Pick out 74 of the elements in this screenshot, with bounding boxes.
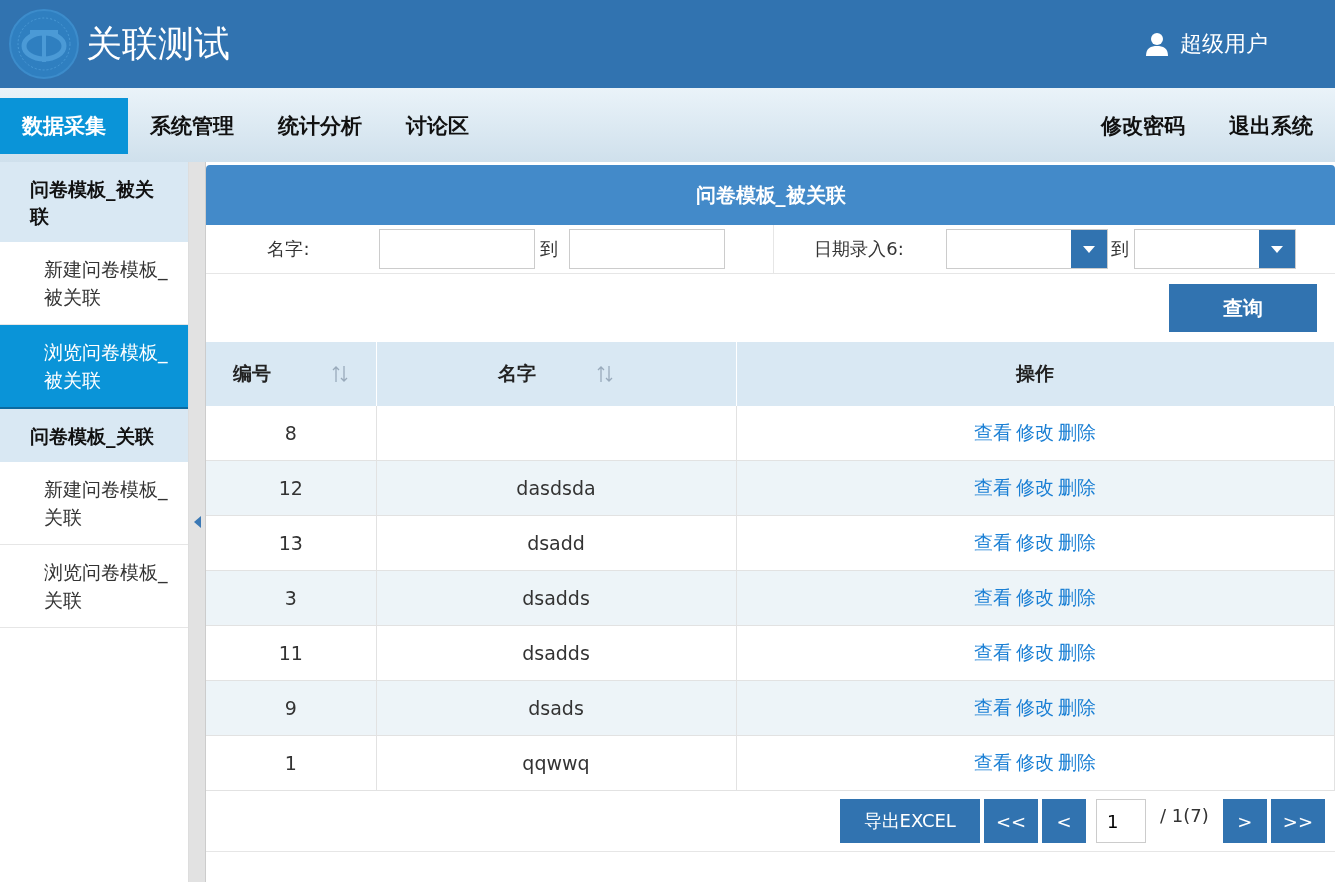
nav-tab[interactable]: 数据采集: [0, 98, 128, 154]
table-cell: qqwwq: [522, 752, 590, 774]
range-separator: 到: [540, 237, 558, 261]
nav-link[interactable]: 退出系统: [1207, 98, 1335, 154]
sidebar-group-title[interactable]: 问卷模板_被关联: [0, 162, 188, 242]
logo-icon: [8, 8, 80, 80]
table-cell: 1: [284, 752, 297, 774]
action-link[interactable]: 删除: [1058, 751, 1097, 773]
action-link[interactable]: 查看: [974, 586, 1013, 608]
action-link[interactable]: 查看: [974, 751, 1013, 773]
table-cell: 12: [278, 477, 303, 499]
column-header: 名字: [498, 361, 536, 386]
table-cell: dsadd: [527, 532, 585, 554]
sort-icon[interactable]: [596, 364, 614, 384]
header-cell[interactable]: 编号: [206, 342, 376, 406]
action-link[interactable]: 删除: [1058, 586, 1097, 608]
table-cell: 8: [284, 422, 297, 444]
action-link[interactable]: 删除: [1058, 696, 1097, 718]
action-link[interactable]: 修改: [1016, 751, 1055, 773]
column-header: 操作: [1016, 361, 1055, 386]
input-field[interactable]: [379, 229, 535, 269]
action-link[interactable]: 查看: [974, 476, 1013, 498]
filter-label: 名字:: [266, 237, 311, 261]
input-field[interactable]: [569, 229, 725, 269]
user-icon: [1146, 32, 1168, 56]
action-link[interactable]: 修改: [1016, 586, 1055, 608]
filter-label: 日期录入6:: [773, 225, 944, 273]
sidebar-item[interactable]: 浏览问卷模板_被关联: [0, 325, 188, 409]
sidebar-group-title[interactable]: 问卷模板_关联: [0, 409, 188, 462]
action-link[interactable]: 查看: [974, 696, 1013, 718]
nav-tab[interactable]: 讨论区: [384, 98, 491, 154]
action-link[interactable]: 修改: [1016, 476, 1055, 498]
table-cell: 13: [278, 532, 303, 554]
action-link[interactable]: 修改: [1016, 641, 1055, 663]
action-link[interactable]: 查看: [974, 421, 1013, 443]
table-cell: 9: [284, 697, 297, 719]
table-cell: dasdsda: [516, 477, 596, 499]
next-page-button[interactable]: >: [1222, 799, 1267, 843]
nav-tab[interactable]: 统计分析: [256, 98, 384, 154]
sort-icon[interactable]: [330, 364, 349, 384]
header-cell[interactable]: 名字: [376, 342, 736, 406]
page-total: / 1(7): [1160, 804, 1209, 826]
action-link[interactable]: 查看: [974, 531, 1013, 553]
action-link[interactable]: 修改: [1016, 696, 1055, 718]
query-button[interactable]: 查询: [1169, 284, 1317, 332]
prev-page-button[interactable]: <: [1042, 799, 1087, 843]
action-link[interactable]: 修改: [1016, 421, 1055, 443]
action-link[interactable]: 删除: [1058, 531, 1097, 553]
action-link[interactable]: 删除: [1058, 641, 1097, 663]
column-header: 编号: [232, 361, 271, 386]
export-button[interactable]: 导出EXCEL: [839, 799, 980, 843]
table-cell: 11: [278, 642, 303, 664]
date-field[interactable]: [1134, 229, 1296, 269]
action-link[interactable]: 查看: [974, 641, 1013, 663]
app-title: 关联测试: [86, 21, 231, 66]
panel-title: 问卷模板_被关联: [206, 165, 1335, 225]
last-page-button[interactable]: >>: [1270, 799, 1325, 843]
page-input[interactable]: 1: [1096, 799, 1147, 843]
nav-link[interactable]: 修改密码: [1079, 98, 1207, 154]
collapse-icon[interactable]: [193, 516, 201, 528]
caret-icon: [1271, 245, 1283, 253]
range-separator: 到: [1111, 237, 1129, 261]
user-name[interactable]: 超级用户: [1180, 29, 1268, 59]
action-link[interactable]: 修改: [1016, 531, 1055, 553]
action-link[interactable]: 删除: [1058, 476, 1097, 498]
first-page-button[interactable]: <<: [983, 799, 1039, 843]
nav-tab[interactable]: 系统管理: [128, 98, 256, 154]
table-cell: dsadds: [522, 587, 590, 609]
date-field[interactable]: [946, 229, 1108, 269]
caret-icon: [1083, 245, 1095, 253]
table-cell: dsads: [528, 697, 584, 719]
action-link[interactable]: 删除: [1058, 421, 1097, 443]
table-cell: dsadds: [522, 642, 590, 664]
table-cell: 3: [284, 587, 297, 609]
